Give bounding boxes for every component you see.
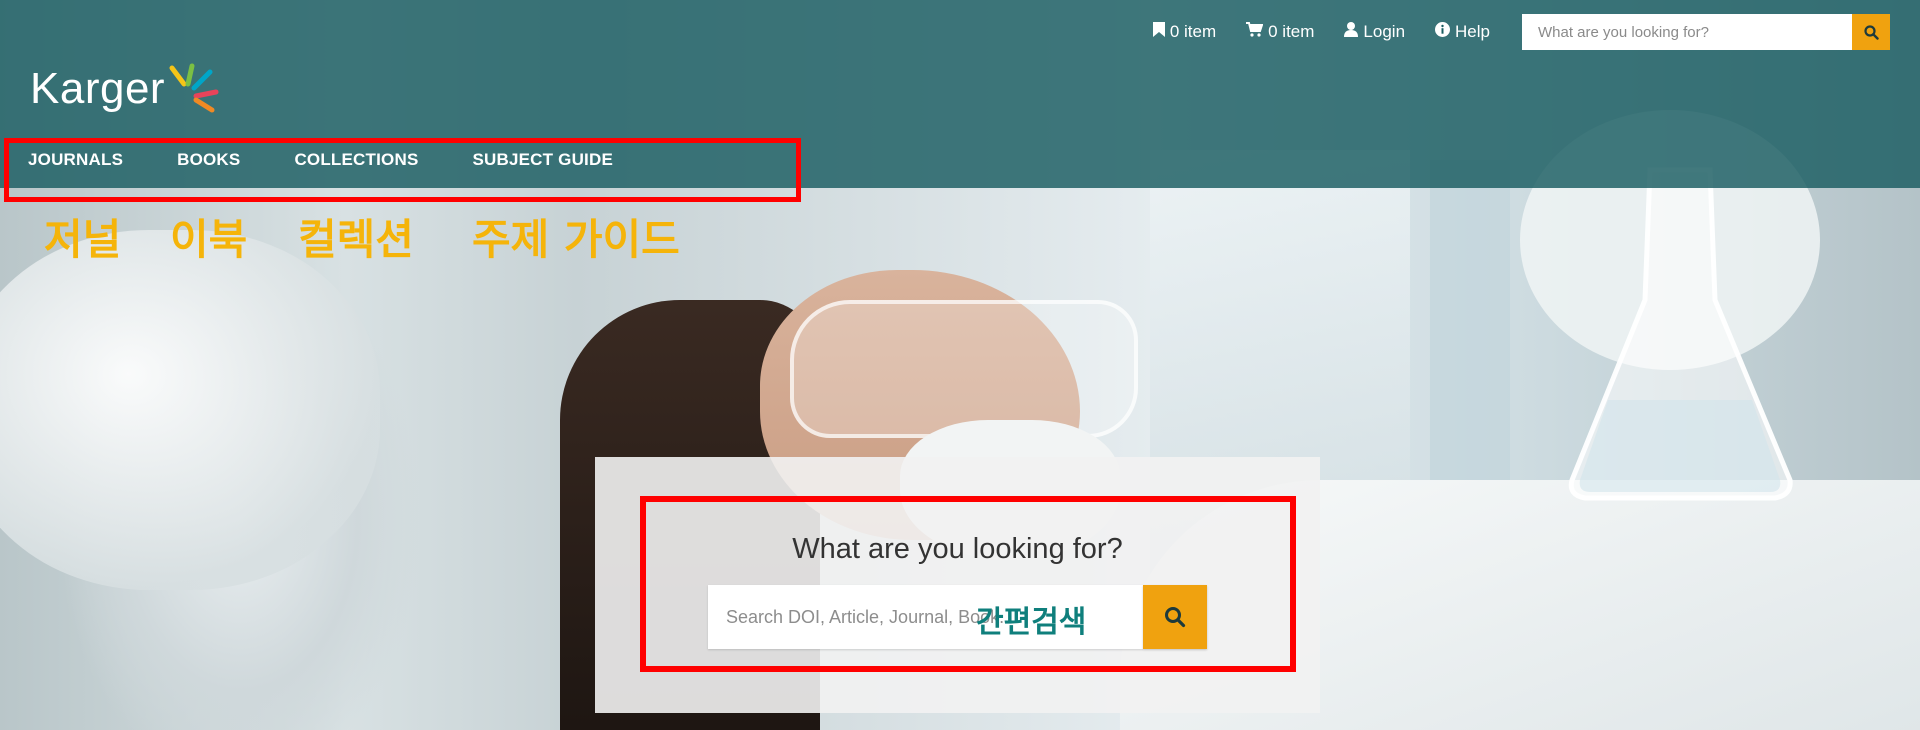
header-search-button[interactable] [1852,14,1890,50]
nav-highlight-box [4,138,801,202]
header-search-input[interactable] [1522,14,1852,50]
search-highlight-box [640,496,1296,672]
search-translation-label: 간편검색 [976,605,1087,640]
user-icon [1344,22,1359,42]
logo-mark-icon [169,63,219,113]
login-link[interactable]: Login [1344,22,1405,42]
bookmark-count: 0 item [1169,22,1217,41]
cart-count: 0 item [1268,22,1315,41]
search-icon [1863,24,1879,40]
header-search [1522,14,1890,50]
info-icon [1435,22,1451,42]
login-label: Login [1363,22,1406,41]
utility-bar: 0 item 0 item Login Help [1152,12,1890,52]
logo-text: Karger [30,64,166,113]
karger-logo[interactable]: Karger [30,63,219,124]
flask-illustration [1568,167,1793,501]
translation-journals: 저널 [44,215,122,264]
bookmark-link[interactable]: 0 item [1152,22,1217,42]
help-label: Help [1455,22,1490,41]
translation-subject-guide: 주제 가이드 [472,215,680,264]
cart-icon [1246,22,1264,42]
help-link[interactable]: Help [1435,22,1490,42]
bookmark-icon [1152,22,1165,42]
translation-books: 이북 [170,215,248,264]
nav-translation-labels: 저널 이북 컬렉션 주제 가이드 [44,206,744,264]
cart-link[interactable]: 0 item [1246,22,1314,42]
translation-collections: 컬렉션 [298,215,414,264]
